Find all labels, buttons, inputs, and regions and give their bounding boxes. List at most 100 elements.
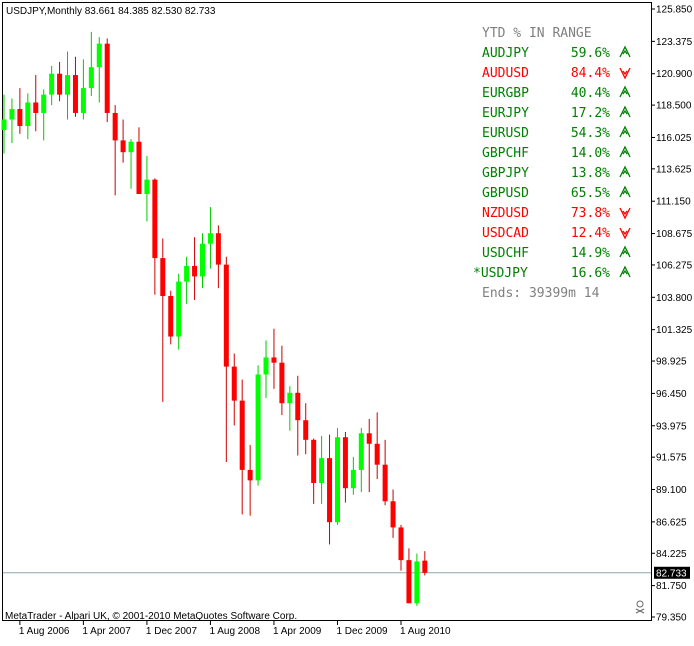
candle-body bbox=[215, 233, 221, 265]
candle-body bbox=[80, 88, 86, 113]
panel-row-symbol: NZDUSD bbox=[482, 206, 529, 221]
candle-body bbox=[279, 362, 285, 404]
candle-body bbox=[239, 400, 245, 470]
panel-row-symbol: GBPJPY bbox=[482, 166, 529, 181]
panel-row-symbol: GBPUSD bbox=[482, 186, 529, 201]
candle bbox=[255, 365, 261, 486]
candle-body bbox=[33, 102, 39, 113]
x-tick-label: 1 Aug 2006 bbox=[19, 626, 70, 637]
panel-row-value: 40.4% bbox=[571, 86, 610, 101]
symbol-info: USDJPY,Monthly 83.661 84.385 82.530 82.7… bbox=[6, 6, 216, 17]
y-tick-label: 123.375 bbox=[656, 37, 693, 48]
candle-body bbox=[311, 439, 317, 483]
panel-row-value: 12.4% bbox=[571, 226, 610, 241]
y-tick-label: 93.975 bbox=[656, 421, 687, 432]
candle-body bbox=[422, 560, 428, 573]
candle-body bbox=[112, 112, 118, 141]
candle-body bbox=[49, 73, 55, 95]
candle-body bbox=[184, 265, 190, 282]
candle-body bbox=[176, 281, 182, 337]
candle-body bbox=[319, 458, 325, 483]
candle-body bbox=[192, 265, 198, 277]
y-tick-label: 111.150 bbox=[656, 197, 691, 208]
panel-row-value: 65.5% bbox=[571, 186, 610, 201]
candle-body bbox=[414, 561, 420, 604]
panel-row-symbol: USDCHF bbox=[482, 246, 529, 261]
panel-row-value: 84.4% bbox=[571, 66, 610, 81]
y-tick-label: 84.225 bbox=[656, 549, 687, 560]
x-tick-label: 1 Aug 2010 bbox=[400, 626, 451, 637]
y-tick-label: 81.750 bbox=[656, 581, 687, 592]
x-tick-label: 1 Apr 2009 bbox=[273, 626, 322, 637]
panel-row-symbol: AUDUSD bbox=[482, 66, 529, 81]
candle-body bbox=[144, 179, 150, 195]
panel-row-symbol: GBPCHF bbox=[482, 146, 529, 161]
candle-body bbox=[128, 141, 134, 153]
candle-body bbox=[263, 357, 269, 375]
candle-body bbox=[398, 527, 404, 561]
candle-body bbox=[96, 43, 102, 68]
panel-row-value: 16.6% bbox=[571, 266, 610, 281]
panel-title: YTD % IN RANGE bbox=[482, 26, 592, 41]
panel-row-value: 17.2% bbox=[571, 106, 610, 121]
y-tick-label: 125.850 bbox=[656, 5, 693, 16]
panel-row-symbol: AUDJPY bbox=[482, 46, 529, 61]
y-tick-label: 101.325 bbox=[656, 325, 693, 336]
y-tick-label: 116.025 bbox=[656, 133, 692, 144]
candle-body bbox=[223, 264, 229, 367]
x-tick-label: 1 Apr 2007 bbox=[82, 626, 131, 637]
candle-body bbox=[255, 374, 261, 481]
y-tick-label: 106.275 bbox=[656, 260, 693, 271]
candle-body bbox=[327, 458, 333, 523]
y-tick-label: 91.575 bbox=[656, 453, 687, 464]
candle-body bbox=[25, 102, 31, 127]
panel-row-symbol: EURJPY bbox=[482, 106, 529, 121]
candle-body bbox=[382, 464, 388, 502]
candle-body bbox=[65, 75, 71, 95]
candle bbox=[414, 553, 420, 606]
candle bbox=[104, 38, 110, 123]
y-tick-label: 103.800 bbox=[656, 293, 693, 304]
panel-row-symbol: EURGBP bbox=[482, 86, 529, 101]
candle-body bbox=[168, 296, 174, 337]
x-tick-label: 1 Aug 2008 bbox=[209, 626, 260, 637]
x-tick-label: 1 Dec 2007 bbox=[146, 626, 198, 637]
panel-row-value: 54.3% bbox=[571, 126, 610, 141]
candle-body bbox=[231, 366, 237, 401]
panel-row-value: 14.0% bbox=[571, 146, 610, 161]
candle-body bbox=[41, 94, 47, 113]
candle-body bbox=[9, 109, 15, 120]
copyright-label: MetaTrader - Alpari UK, © 2001-2010 Meta… bbox=[5, 611, 297, 622]
candle-body bbox=[120, 140, 126, 153]
candle-body bbox=[57, 73, 63, 95]
y-tick-label: 98.925 bbox=[656, 357, 687, 368]
candle-body bbox=[342, 437, 348, 489]
candle-body bbox=[390, 501, 396, 528]
y-tick-label: 113.625 bbox=[656, 164, 692, 175]
y-tick-label: 120.900 bbox=[656, 69, 693, 80]
candle-body bbox=[152, 179, 158, 259]
candle-body bbox=[104, 43, 110, 113]
panel-row-symbol: *USDJPY bbox=[473, 266, 528, 281]
candle-body bbox=[160, 258, 166, 297]
panel-row-symbol: USDCAD bbox=[482, 226, 529, 241]
candle-body bbox=[88, 67, 94, 89]
candlestick-chart[interactable]: 125.850 123.375 120.900 118.500 116.025 113.6… bbox=[0, 0, 694, 641]
candle-body bbox=[374, 443, 380, 465]
candle-body bbox=[136, 141, 142, 195]
candle-body bbox=[295, 392, 301, 421]
candle-body bbox=[72, 75, 78, 113]
x-tick-label: 1 Dec 2009 bbox=[336, 626, 388, 637]
candle-body bbox=[406, 560, 412, 604]
panel-row-value: 73.8% bbox=[571, 206, 610, 221]
candle-body bbox=[303, 420, 309, 440]
y-tick-label: 89.100 bbox=[656, 485, 687, 496]
y-tick-label: 108.675 bbox=[656, 229, 693, 240]
candle-body bbox=[366, 433, 372, 444]
y-tick-label: 86.625 bbox=[656, 517, 687, 528]
candle-body bbox=[17, 109, 23, 127]
y-tick-label: 118.500 bbox=[656, 101, 692, 112]
candle-body bbox=[350, 469, 356, 489]
candle bbox=[334, 428, 340, 525]
candle-body bbox=[287, 392, 293, 404]
